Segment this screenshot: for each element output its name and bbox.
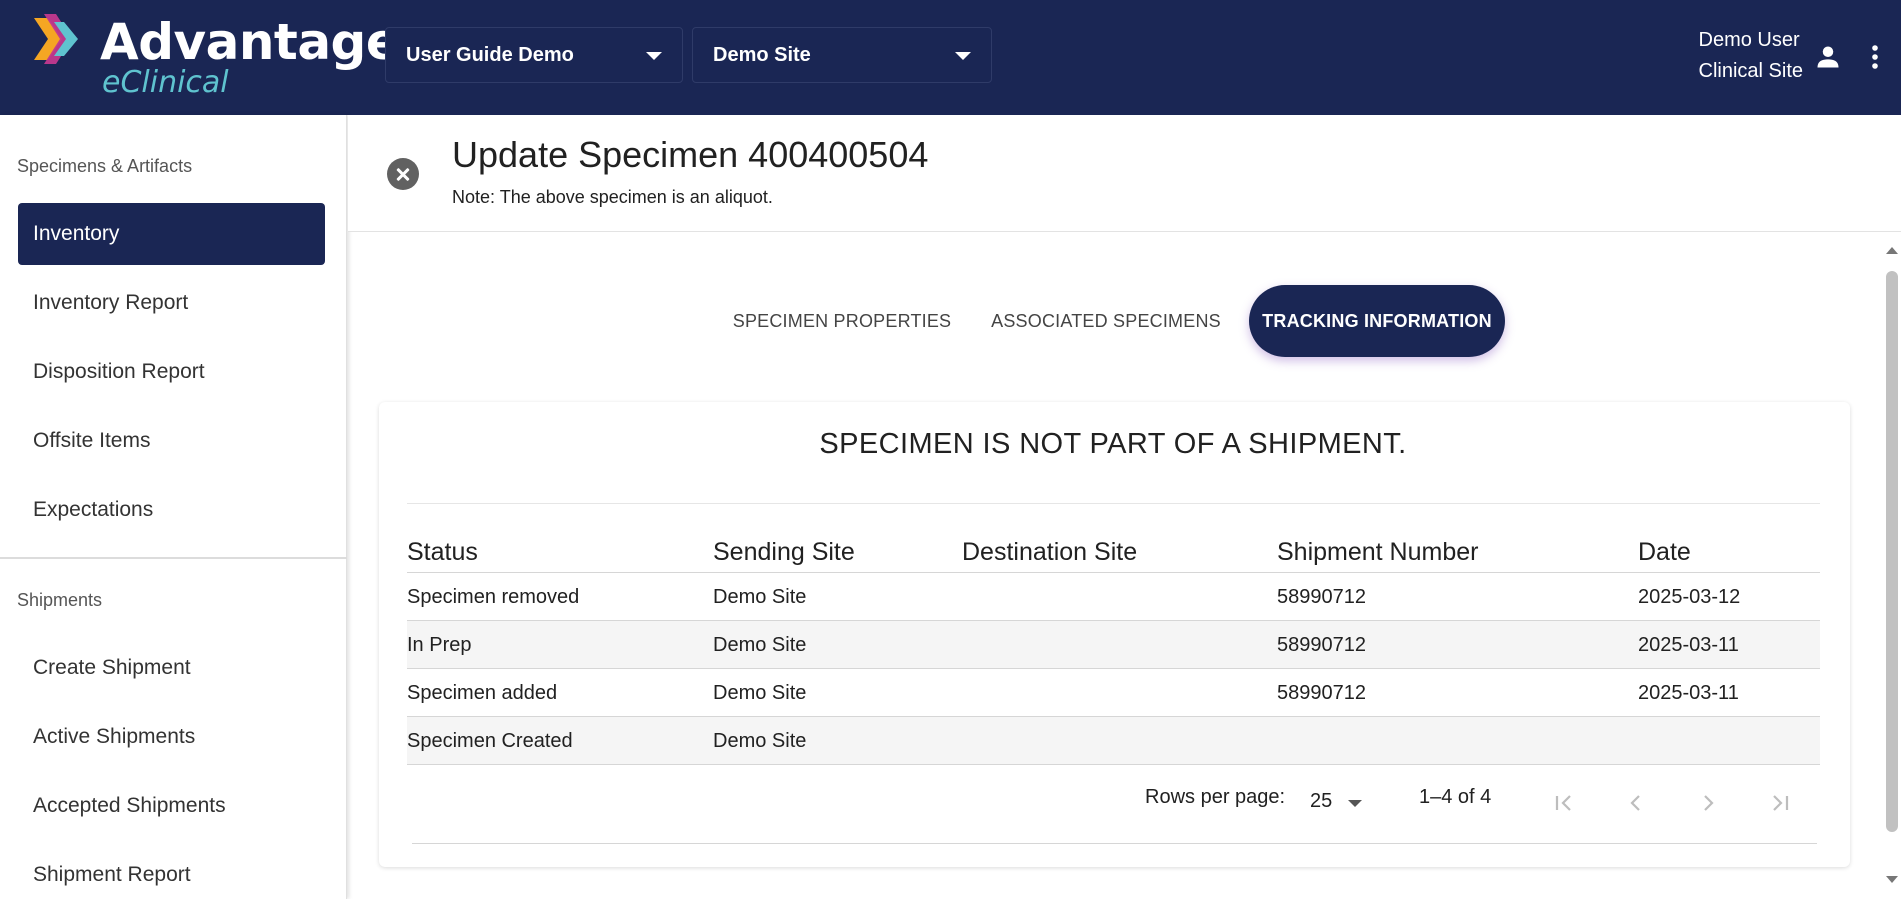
- sidebar-section-specimens: Specimens & Artifacts: [17, 156, 193, 176]
- cell-shipment-number: 58990712: [1277, 682, 1366, 704]
- table-row[interactable]: Specimen removed Demo Site 58990712 2025…: [407, 573, 1820, 621]
- page-title: Update Specimen 400400504: [452, 134, 929, 175]
- cell-status: In Prep: [407, 634, 472, 656]
- column-header-destination-site[interactable]: Destination Site: [962, 538, 1137, 567]
- user-info: Demo User Clinical Site: [1699, 25, 1803, 87]
- table-row[interactable]: Specimen added Demo Site 58990712 2025-0…: [407, 669, 1820, 717]
- cell-status: Specimen removed: [407, 586, 580, 608]
- scroll-down-arrow-icon[interactable]: [1886, 876, 1898, 883]
- column-header-shipment-number[interactable]: Shipment Number: [1277, 538, 1478, 567]
- sidebar-item-shipment-report[interactable]: Shipment Report: [18, 844, 325, 899]
- cell-sending-site: Demo Site: [713, 586, 807, 608]
- sidebar-item-disposition-report[interactable]: Disposition Report: [18, 341, 325, 403]
- cell-sending-site: Demo Site: [713, 682, 807, 704]
- shipment-status-message: SPECIMEN IS NOT PART OF A SHIPMENT.: [819, 428, 1407, 460]
- tab-specimen-properties[interactable]: SPECIMEN PROPERTIES: [730, 285, 954, 357]
- logo-chevrons-icon: [34, 14, 78, 64]
- tab-associated-specimens[interactable]: ASSOCIATED SPECIMENS: [990, 285, 1222, 357]
- close-icon[interactable]: [387, 158, 419, 190]
- sidebar-divider: [0, 557, 347, 559]
- cell-sending-site: Demo Site: [713, 634, 807, 656]
- cell-date: 2025-03-11: [1638, 634, 1739, 656]
- cell-status: Specimen added: [407, 682, 558, 704]
- sidebar-item-accepted-shipments[interactable]: Accepted Shipments: [18, 775, 325, 837]
- cell-date: 2025-03-11: [1638, 682, 1739, 704]
- user-role: Clinical Site: [1698, 60, 1803, 82]
- app-logo[interactable]: Advantage eClinical: [34, 13, 400, 100]
- sidebar-item-inventory-report[interactable]: Inventory Report: [18, 272, 325, 334]
- divider: [407, 503, 1820, 504]
- chevron-down-icon: [1348, 800, 1362, 807]
- chevron-down-icon: [646, 52, 662, 60]
- pagination-range: 1–4 of 4: [1419, 786, 1492, 808]
- column-header-status[interactable]: Status: [407, 538, 478, 567]
- table-row[interactable]: Specimen Created Demo Site: [407, 717, 1820, 765]
- sidebar-item-active-shipments[interactable]: Active Shipments: [18, 706, 325, 768]
- logo-subtitle: eClinical: [102, 65, 229, 100]
- user-name: Demo User: [1698, 29, 1800, 51]
- rows-per-page-value: 25: [1310, 790, 1333, 812]
- rows-per-page-label: Rows per page:: [1145, 786, 1286, 808]
- sidebar: Specimens & Artifacts Inventory Inventor…: [0, 115, 347, 899]
- site-selector[interactable]: Demo Site: [692, 27, 992, 83]
- table-row[interactable]: In Prep Demo Site 58990712 2025-03-11: [407, 621, 1820, 669]
- last-page-icon[interactable]: [1765, 788, 1795, 818]
- logo-title: Advantage: [100, 13, 400, 71]
- cell-status: Specimen Created: [407, 730, 573, 752]
- divider: [412, 843, 1817, 844]
- sidebar-item-inventory[interactable]: Inventory: [18, 203, 325, 265]
- account-icon[interactable]: [1814, 43, 1842, 71]
- scroll-up-arrow-icon[interactable]: [1886, 247, 1898, 254]
- tab-tracking-information[interactable]: TRACKING INFORMATION: [1249, 285, 1505, 357]
- column-header-sending-site[interactable]: Sending Site: [713, 538, 855, 567]
- sidebar-item-expectations[interactable]: Expectations: [18, 479, 325, 541]
- app-header: Advantage eClinical User Guide Demo Demo…: [0, 0, 1901, 115]
- page-note: Note: The above specimen is an aliquot.: [452, 187, 773, 207]
- cell-shipment-number: 58990712: [1277, 586, 1366, 608]
- chevron-down-icon: [955, 52, 971, 60]
- cell-date: 2025-03-12: [1638, 586, 1741, 608]
- more-vertical-icon[interactable]: [1863, 43, 1887, 71]
- site-selector-value: Demo Site: [713, 44, 811, 66]
- study-selector[interactable]: User Guide Demo: [385, 27, 683, 83]
- next-page-icon[interactable]: [1693, 788, 1723, 818]
- study-selector-value: User Guide Demo: [406, 44, 574, 66]
- cell-shipment-number: 58990712: [1277, 634, 1366, 656]
- cell-sending-site: Demo Site: [713, 730, 807, 752]
- scrollbar-thumb[interactable]: [1886, 271, 1898, 832]
- first-page-icon[interactable]: [1549, 788, 1579, 818]
- rows-per-page-select[interactable]: 25: [1310, 788, 1370, 816]
- sidebar-section-shipments: Shipments: [17, 590, 103, 610]
- column-header-date[interactable]: Date: [1638, 538, 1691, 567]
- sidebar-item-create-shipment[interactable]: Create Shipment: [18, 637, 325, 699]
- previous-page-icon[interactable]: [1621, 788, 1651, 818]
